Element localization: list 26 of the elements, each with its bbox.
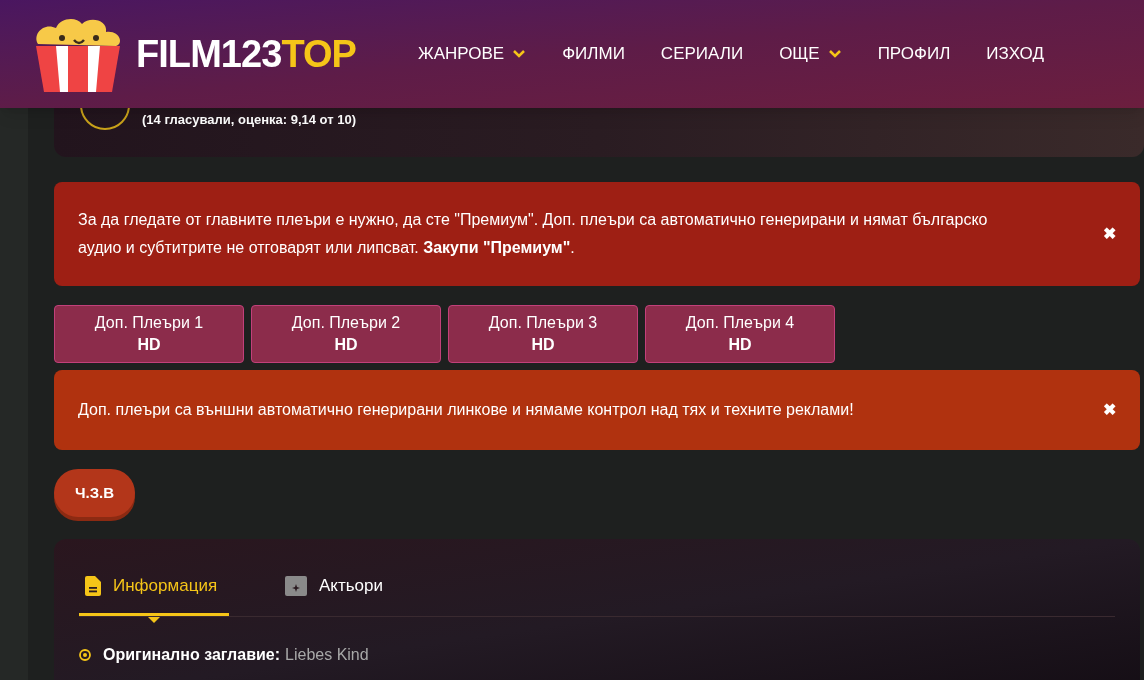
chevron-down-icon (827, 49, 842, 59)
vote-summary: (14 гласували, оценка: 9,14 от 10) (142, 111, 356, 129)
nav-link[interactable]: ИЗХОД (986, 41, 1044, 67)
logo-wordmark: FILM123 (136, 35, 282, 73)
player-button[interactable]: Доп. Плеъри 2 HD (251, 305, 441, 363)
field-value: Liebes Kind (285, 645, 369, 665)
tab[interactable]: Актьори (279, 559, 391, 616)
chevron-down-icon (512, 49, 527, 59)
close-button[interactable]: ✖ (1103, 222, 1116, 246)
player-button[interactable]: Доп. Плеъри 4 HD (645, 305, 835, 363)
bullet-circle-icon (79, 649, 91, 661)
player-button[interactable]: Доп. Плеъри 3 HD (448, 305, 638, 363)
alert-message: За да гледате от главните плеъри е нужно, да сте "Премиум". Доп. плеъри са автоматично генерирани и нямат българско аудио и субтитрите не отговарят или липсват. Закупи "Премиум". (78, 210, 989, 258)
tab[interactable]: Информация (79, 559, 229, 616)
document-icon (85, 576, 101, 596)
nav-link[interactable]: ПРОФИЛ (877, 41, 951, 67)
nav-link[interactable]: ОЩЕ (779, 41, 842, 67)
nav-link[interactable]: ЖАНРОВЕ (418, 41, 527, 67)
tab-pointer-icon (148, 617, 160, 623)
nav-link[interactable]: ФИЛМИ (562, 41, 625, 67)
field-label: Оригинално заглавие: (103, 645, 281, 665)
player-button[interactable]: Доп. Плеъри 1 HD (54, 305, 244, 363)
logo-wordmark-accent: TOP (281, 35, 356, 73)
nav-link[interactable]: СЕРИАЛИ (660, 41, 744, 67)
alert-message: Доп. плеъри са външни автоматично генерирани линкове и нямаме контрол над тях и техните реклами! (78, 400, 854, 420)
close-button[interactable]: ✖ (1103, 398, 1116, 422)
